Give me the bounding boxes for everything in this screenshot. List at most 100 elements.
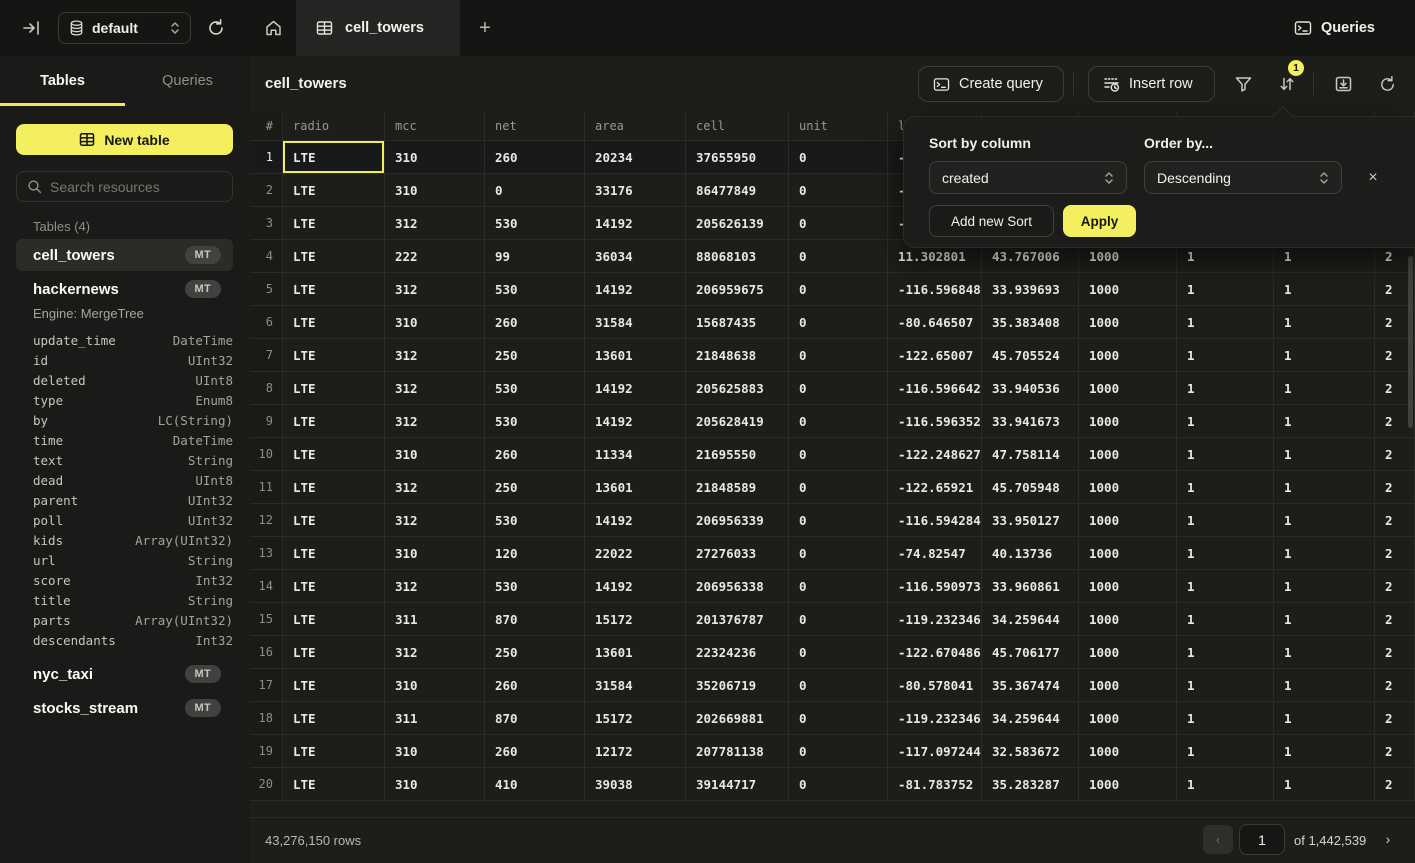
table-cell[interactable]: 0: [789, 768, 888, 801]
table-cell[interactable]: -122.65921: [888, 471, 982, 504]
table-cell[interactable]: 1: [1177, 405, 1274, 438]
table-cell[interactable]: -116.596352: [888, 405, 982, 438]
table-cell[interactable]: -80.578041: [888, 669, 982, 702]
table-cell[interactable]: -122.670486: [888, 636, 982, 669]
table-cell[interactable]: LTE: [283, 141, 385, 174]
table-cell[interactable]: 260: [485, 306, 585, 339]
table-cell[interactable]: 1: [1274, 438, 1375, 471]
table-cell[interactable]: 0: [789, 174, 888, 207]
table-cell[interactable]: 2: [1375, 702, 1415, 735]
table-cell[interactable]: 0: [789, 141, 888, 174]
refresh-table-button[interactable]: [1374, 71, 1400, 97]
table-cell[interactable]: 47.758114: [982, 438, 1079, 471]
table-cell[interactable]: 207781138: [686, 735, 789, 768]
table-cell[interactable]: 1: [1177, 339, 1274, 372]
table-cell[interactable]: -80.646507: [888, 306, 982, 339]
table-cell[interactable]: LTE: [283, 768, 385, 801]
table-cell[interactable]: 2: [1375, 570, 1415, 603]
table-cell[interactable]: 21695550: [686, 438, 789, 471]
table-cell[interactable]: LTE: [283, 438, 385, 471]
table-cell[interactable]: LTE: [283, 471, 385, 504]
table-cell[interactable]: 13601: [585, 471, 686, 504]
insert-row-button[interactable]: Insert row: [1088, 66, 1215, 102]
table-cell[interactable]: 0: [789, 339, 888, 372]
table-cell[interactable]: 1: [1177, 570, 1274, 603]
table-cell[interactable]: 1: [1177, 471, 1274, 504]
table-cell[interactable]: 1000: [1079, 636, 1177, 669]
table-cell[interactable]: 0: [789, 306, 888, 339]
table-cell[interactable]: 33.960861: [982, 570, 1079, 603]
table-cell[interactable]: 0: [789, 405, 888, 438]
table-cell[interactable]: 14192: [585, 207, 686, 240]
table-cell[interactable]: 1000: [1079, 471, 1177, 504]
table-cell[interactable]: 1: [1274, 603, 1375, 636]
table-cell[interactable]: 530: [485, 570, 585, 603]
table-cell[interactable]: 1: [1274, 372, 1375, 405]
table-cell[interactable]: -117.097244: [888, 735, 982, 768]
table-cell[interactable]: 22324236: [686, 636, 789, 669]
tab-home[interactable]: [250, 0, 296, 56]
table-cell[interactable]: 13601: [585, 636, 686, 669]
refresh-database-button[interactable]: [204, 16, 228, 40]
table-cell[interactable]: 312: [385, 405, 485, 438]
table-cell[interactable]: 99: [485, 240, 585, 273]
table-cell[interactable]: LTE: [283, 240, 385, 273]
table-cell[interactable]: 1: [1274, 570, 1375, 603]
table-cell[interactable]: 205625883: [686, 372, 789, 405]
table-cell[interactable]: 1000: [1079, 603, 1177, 636]
create-query-button[interactable]: Create query: [918, 66, 1064, 102]
table-cell[interactable]: -81.783752: [888, 768, 982, 801]
table-cell[interactable]: 312: [385, 273, 485, 306]
vertical-scrollbar[interactable]: [1408, 256, 1413, 428]
table-cell[interactable]: 39144717: [686, 768, 789, 801]
table-cell[interactable]: 0: [789, 669, 888, 702]
table-cell[interactable]: 312: [385, 339, 485, 372]
table-cell[interactable]: 1000: [1079, 669, 1177, 702]
table-cell[interactable]: 0: [789, 636, 888, 669]
table-cell[interactable]: 14192: [585, 405, 686, 438]
table-cell[interactable]: 530: [485, 405, 585, 438]
table-cell[interactable]: 31584: [585, 669, 686, 702]
table-cell[interactable]: 14192: [585, 273, 686, 306]
table-cell[interactable]: 1000: [1079, 537, 1177, 570]
table-cell[interactable]: 205626139: [686, 207, 789, 240]
table-cell[interactable]: 260: [485, 141, 585, 174]
table-cell[interactable]: 250: [485, 339, 585, 372]
table-cell[interactable]: 0: [789, 273, 888, 306]
table-cell[interactable]: 33.941673: [982, 405, 1079, 438]
table-cell[interactable]: 206956339: [686, 504, 789, 537]
table-cell[interactable]: 35206719: [686, 669, 789, 702]
table-cell[interactable]: 312: [385, 207, 485, 240]
table-cell[interactable]: 15172: [585, 702, 686, 735]
table-cell[interactable]: 35.367474: [982, 669, 1079, 702]
table-cell[interactable]: LTE: [283, 537, 385, 570]
table-cell[interactable]: 1: [1177, 735, 1274, 768]
table-cell[interactable]: 2: [1375, 735, 1415, 768]
sidebar-tab-tables[interactable]: Tables: [0, 56, 125, 106]
table-cell[interactable]: 0: [789, 735, 888, 768]
table-cell[interactable]: LTE: [283, 504, 385, 537]
table-cell[interactable]: 32.583672: [982, 735, 1079, 768]
table-cell[interactable]: 21848638: [686, 339, 789, 372]
table-cell[interactable]: 410: [485, 768, 585, 801]
table-cell[interactable]: 1: [1274, 471, 1375, 504]
table-cell[interactable]: 222: [385, 240, 485, 273]
search-input[interactable]: [50, 179, 200, 195]
table-cell[interactable]: 0: [789, 570, 888, 603]
table-cell[interactable]: 88068103: [686, 240, 789, 273]
table-cell[interactable]: 1000: [1079, 339, 1177, 372]
table-cell[interactable]: 530: [485, 504, 585, 537]
table-cell[interactable]: 22022: [585, 537, 686, 570]
table-cell[interactable]: 1: [1274, 768, 1375, 801]
table-cell[interactable]: 250: [485, 636, 585, 669]
table-cell[interactable]: 2: [1375, 471, 1415, 504]
sidebar-item-stocks-stream[interactable]: stocks_stream MT: [16, 692, 233, 724]
table-cell[interactable]: 202669881: [686, 702, 789, 735]
table-cell[interactable]: LTE: [283, 372, 385, 405]
table-cell[interactable]: 312: [385, 504, 485, 537]
table-cell[interactable]: 1: [1177, 504, 1274, 537]
table-cell[interactable]: LTE: [283, 339, 385, 372]
apply-sort-button[interactable]: Apply: [1063, 205, 1136, 237]
export-button[interactable]: [1330, 71, 1356, 97]
table-cell[interactable]: 45.705948: [982, 471, 1079, 504]
